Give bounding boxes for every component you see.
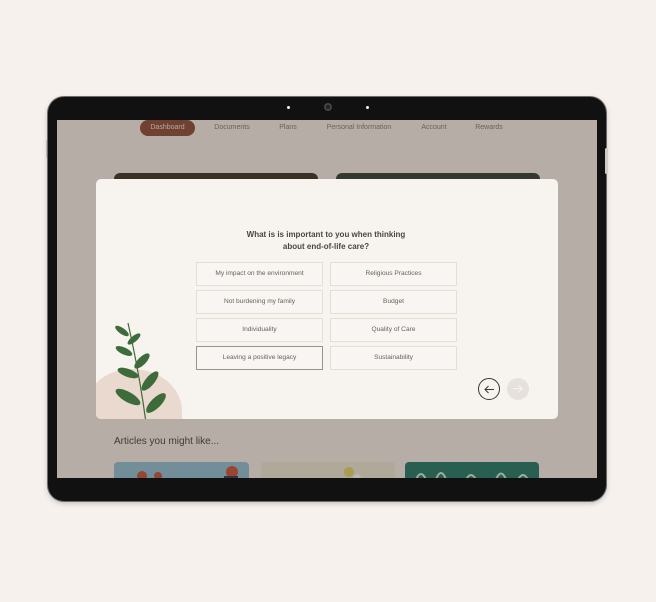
option-not-burdening-family[interactable]: Not burdening my family <box>196 290 323 314</box>
question-line: What is is important to you when thinkin… <box>246 230 406 239</box>
arrow-right-icon <box>513 384 523 393</box>
sensor-dot <box>287 106 290 109</box>
option-positive-legacy[interactable]: Leaving a positive legacy <box>196 346 323 370</box>
sensor-dot <box>366 106 369 109</box>
option-individuality[interactable]: Individuality <box>196 318 323 342</box>
option-budget[interactable]: Budget <box>330 290 457 314</box>
arrow-left-icon <box>484 385 494 394</box>
option-environment[interactable]: My impact on the environment <box>196 262 323 286</box>
plant-illustration <box>115 322 166 419</box>
app-screen: Dashboard Documents Plans Personal Infor… <box>57 120 597 478</box>
option-quality-of-care[interactable]: Quality of Care <box>330 318 457 342</box>
camera-icon <box>324 103 332 111</box>
option-sustainability[interactable]: Sustainability <box>330 346 457 370</box>
previous-button[interactable] <box>478 378 500 400</box>
next-button[interactable] <box>507 378 529 400</box>
question-modal: What is is important to you when thinkin… <box>96 179 558 419</box>
question-line: about end-of-life care? <box>282 242 370 251</box>
device-side-button <box>605 148 608 174</box>
question-text: What is is important to you when thinkin… <box>226 229 426 253</box>
option-religious-practices[interactable]: Religious Practices <box>330 262 457 286</box>
